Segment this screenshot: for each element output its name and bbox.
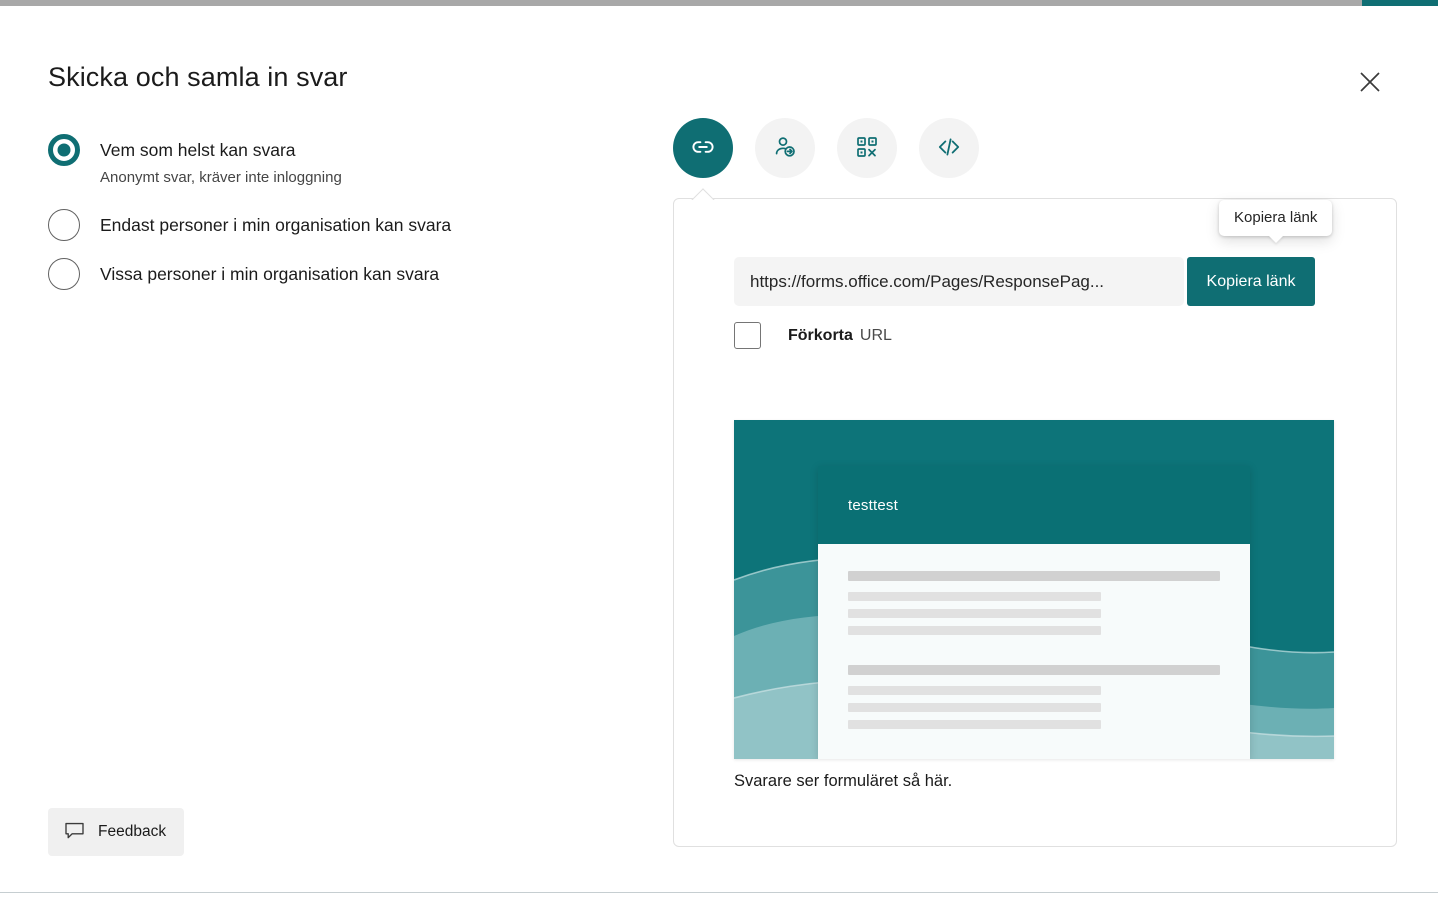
panel-pointer (675, 188, 1399, 200)
radio-option-specific-people[interactable]: Vissa personer i min organisation kan sv… (48, 258, 608, 290)
close-icon (1359, 71, 1381, 93)
preview-skeleton-line (848, 592, 1101, 601)
feedback-button[interactable]: Feedback (48, 808, 184, 856)
tab-invite-people[interactable] (755, 118, 815, 178)
preview-form-header: testtest (818, 466, 1250, 544)
tab-embed-code[interactable] (919, 118, 979, 178)
share-link-panel: Kopiera länk Förkorta URL testtest (673, 198, 1397, 847)
radio-option-anyone[interactable]: Vem som helst kan svara Anonymt svar, kr… (48, 134, 608, 188)
share-method-tabs (673, 118, 979, 178)
radio-indicator-organization-only[interactable] (48, 209, 80, 241)
copy-link-button[interactable]: Kopiera länk (1187, 257, 1315, 306)
tab-link[interactable] (673, 118, 733, 178)
person-add-icon (772, 134, 798, 163)
close-button[interactable] (1348, 60, 1392, 104)
preview-skeleton-line (848, 686, 1101, 695)
radio-option-anyone-sublabel: Anonymt svar, kräver inte inloggning (100, 167, 342, 188)
preview-skeleton-heading (848, 665, 1220, 675)
audience-options: Vem som helst kan svara Anonymt svar, kr… (48, 134, 608, 298)
preview-skeleton-line (848, 720, 1101, 729)
preview-skeleton-line (848, 703, 1101, 712)
radio-option-anyone-label: Vem som helst kan svara (100, 140, 296, 160)
shorten-url-row[interactable]: Förkorta URL (734, 322, 892, 349)
shorten-url-label: Förkorta (788, 327, 853, 345)
radio-option-organization-only-label: Endast personer i min organisation kan s… (100, 215, 451, 235)
form-preview-thumbnail: testtest (734, 420, 1334, 759)
preview-skeleton-heading (848, 571, 1220, 581)
preview-form-body (818, 544, 1250, 729)
qr-code-icon (854, 134, 880, 163)
share-url-input[interactable] (734, 257, 1184, 306)
radio-option-specific-people-label: Vissa personer i min organisation kan sv… (100, 264, 439, 284)
radio-indicator-specific-people[interactable] (48, 258, 80, 290)
radio-indicator-anyone[interactable] (48, 134, 80, 166)
preview-caption: Svarare ser formuläret så här. (734, 772, 952, 791)
link-icon (690, 134, 716, 163)
comment-icon (64, 820, 85, 844)
page-title: Skicka och samla in svar (48, 62, 348, 93)
radio-option-organization-only[interactable]: Endast personer i min organisation kan s… (48, 209, 608, 241)
tab-qr-code[interactable] (837, 118, 897, 178)
shorten-url-label-suffix: URL (860, 327, 892, 345)
share-dialog: Skicka och samla in svar Vem som helst k… (0, 6, 1438, 893)
feedback-button-label: Feedback (98, 823, 166, 841)
shorten-url-checkbox[interactable] (734, 322, 761, 349)
share-url-row: Kopiera länk (734, 257, 1315, 306)
preview-form-card: testtest (818, 466, 1250, 759)
preview-skeleton-line (848, 609, 1101, 618)
preview-form-title: testtest (848, 497, 898, 514)
code-icon (936, 134, 962, 163)
copy-link-tooltip: Kopiera länk (1219, 200, 1332, 236)
preview-skeleton-line (848, 626, 1101, 635)
